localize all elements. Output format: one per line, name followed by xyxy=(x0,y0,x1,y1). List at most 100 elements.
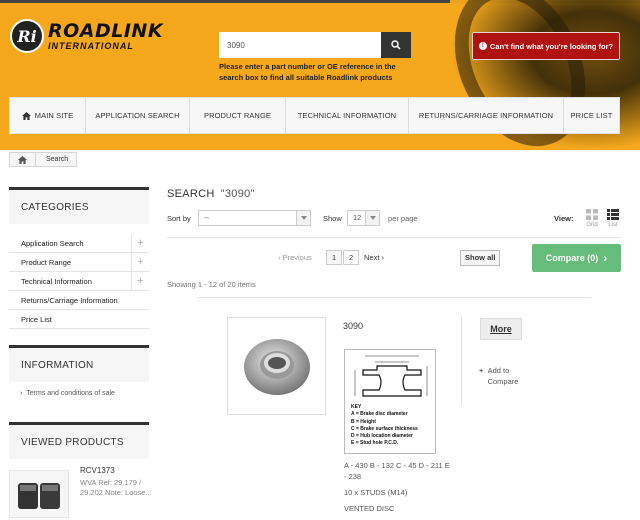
nav-main-site[interactable]: MAIN SITE xyxy=(10,98,86,133)
add-to-compare-label: Add to Compare xyxy=(487,366,519,386)
key-line: E = Stud hole P.C.D. xyxy=(351,440,399,447)
nav-label: TECHNICAL INFORMATION xyxy=(297,111,397,120)
nav-label: PRODUCT RANGE xyxy=(203,111,271,120)
view-label: View: xyxy=(554,214,574,223)
page-2-button[interactable]: 2 xyxy=(343,250,360,265)
nav-returns-carriage[interactable]: RETURNS/CARRIAGE INFORMATION xyxy=(409,98,564,133)
chevron-right-icon: › xyxy=(20,390,23,397)
plus-icon[interactable]: + xyxy=(131,253,149,271)
header: Ri ROADLINK INTERNATIONAL Please enter a… xyxy=(0,0,640,150)
product-image[interactable] xyxy=(227,317,326,415)
logo-wordmark: ROADLINK xyxy=(48,19,164,42)
category-label: Returns/Carriage Information xyxy=(21,295,118,305)
description-line: 10 x STUDS (M14) xyxy=(344,487,408,497)
breadcrumb-home[interactable] xyxy=(10,153,36,166)
category-list: Application Search + Product Range + Techn… xyxy=(9,234,149,329)
plus-icon: + xyxy=(479,366,484,375)
category-item[interactable]: Technical Information + xyxy=(9,272,149,291)
next-label: Next xyxy=(364,253,380,262)
category-label: Application Search xyxy=(21,238,84,248)
breadcrumb: Search xyxy=(9,152,78,167)
sort-label: Sort by xyxy=(167,214,191,223)
chevron-right-icon: › xyxy=(603,251,608,265)
nav-label: MAIN SITE xyxy=(34,111,74,120)
divider xyxy=(167,237,621,238)
chevron-down-icon xyxy=(296,211,310,225)
sort-value: -- xyxy=(204,213,209,222)
show-all-button[interactable]: Show all xyxy=(460,250,501,266)
category-label: Product Range xyxy=(21,257,72,267)
list-icon xyxy=(607,209,619,220)
previous-label: Previous xyxy=(282,253,312,262)
nav-product-range[interactable]: PRODUCT RANGE xyxy=(190,98,286,133)
cant-find-label: Can't find what you're looking for? xyxy=(489,41,614,51)
grid-label: Grid xyxy=(586,222,598,228)
page-size-value: 12 xyxy=(353,213,362,222)
plus-icon[interactable]: + xyxy=(131,234,149,252)
description-line: VENTED DISC xyxy=(344,503,395,513)
sort-toolbar: Sort by -- Show 12 per page View: Grid L… xyxy=(167,209,622,228)
terms-label: Terms and conditions of sale xyxy=(26,390,115,397)
home-icon xyxy=(21,111,31,120)
category-label: Price List xyxy=(21,314,52,324)
category-item[interactable]: Price List xyxy=(9,310,149,329)
search-bar xyxy=(219,32,411,58)
show-label: Show xyxy=(323,214,342,223)
title-text: SEARCH xyxy=(167,188,215,200)
compare-label: Compare (0) xyxy=(545,253,599,263)
search-input[interactable] xyxy=(219,32,381,58)
key-line: C = Brake surface thickness xyxy=(351,425,418,432)
site-logo[interactable]: Ri ROADLINK INTERNATIONAL xyxy=(10,18,163,54)
terms-link[interactable]: › Terms and conditions of sale xyxy=(20,390,115,397)
product-name[interactable]: 3090 xyxy=(343,321,363,331)
nav-application-search[interactable]: APPLICATION SEARCH xyxy=(86,98,190,133)
nav-label: APPLICATION SEARCH xyxy=(95,111,180,120)
sort-select[interactable]: -- xyxy=(198,210,311,226)
page-1-button[interactable]: 1 xyxy=(326,250,343,265)
grid-icon xyxy=(586,209,598,220)
key-title: KEY xyxy=(351,404,362,410)
viewed-product-name[interactable]: RCV1373 xyxy=(80,466,115,475)
viewed-product-image[interactable] xyxy=(9,470,69,518)
per-page-label: per page xyxy=(388,214,418,223)
description-line: A - 430 B - 132 C - 45 D - 211 E - 238 xyxy=(344,461,450,481)
add-to-compare[interactable]: + Add to Compare xyxy=(479,366,528,387)
divider xyxy=(197,297,591,298)
search-hint: Please enter a part number or OE referen… xyxy=(219,62,396,82)
chevron-right-icon: › xyxy=(379,253,385,262)
exclamation-icon: ! xyxy=(478,42,487,50)
product-diagram: KEY A = Brake disc diameter B = Height C… xyxy=(344,349,436,454)
viewed-products-title: VIEWED PRODUCTS xyxy=(9,422,149,459)
list-view-toggle[interactable]: List xyxy=(604,209,622,228)
results-count: Showing 1 - 12 of 20 items xyxy=(167,280,256,289)
breadcrumb-current: Search xyxy=(46,156,69,163)
category-item[interactable]: Returns/Carriage Information xyxy=(9,291,149,310)
more-button[interactable]: More xyxy=(480,318,522,340)
page-title: SEARCH "3090" xyxy=(167,188,255,200)
categories-title: CATEGORIES xyxy=(9,187,149,224)
category-item[interactable]: Application Search + xyxy=(9,234,149,253)
nav-label: RETURNS/CARRIAGE INFORMATION xyxy=(418,111,554,120)
plus-icon[interactable]: + xyxy=(131,272,149,290)
main-nav: MAIN SITE APPLICATION SEARCH PRODUCT RAN… xyxy=(9,97,620,134)
cant-find-button[interactable]: ! Can't find what you're looking for? xyxy=(472,32,620,60)
page-size-select[interactable]: 12 xyxy=(347,210,380,226)
previous-button[interactable]: ‹ Previous xyxy=(278,253,312,262)
search-button[interactable] xyxy=(381,32,411,58)
next-button[interactable]: Next › xyxy=(364,253,384,262)
key-line: A = Brake disc diameter xyxy=(351,411,408,418)
nav-price-list[interactable]: PRICE LIST xyxy=(564,98,619,133)
nav-label: PRICE LIST xyxy=(570,111,613,120)
nav-technical-information[interactable]: TECHNICAL INFORMATION xyxy=(286,98,409,133)
grid-view-toggle[interactable]: Grid xyxy=(583,209,601,228)
divider xyxy=(461,316,462,406)
logo-mark: Ri xyxy=(10,19,44,53)
search-icon xyxy=(391,40,401,50)
chevron-down-icon xyxy=(365,211,379,225)
category-label: Technical Information xyxy=(21,276,92,286)
category-item[interactable]: Product Range + xyxy=(9,253,149,272)
key-line: D = Hub location diameter xyxy=(351,433,413,439)
compare-button[interactable]: Compare (0) › xyxy=(532,244,621,272)
product-description: A - 430 B - 132 C - 45 D - 211 E - 238 1… xyxy=(344,461,454,520)
list-label: List xyxy=(608,222,618,228)
